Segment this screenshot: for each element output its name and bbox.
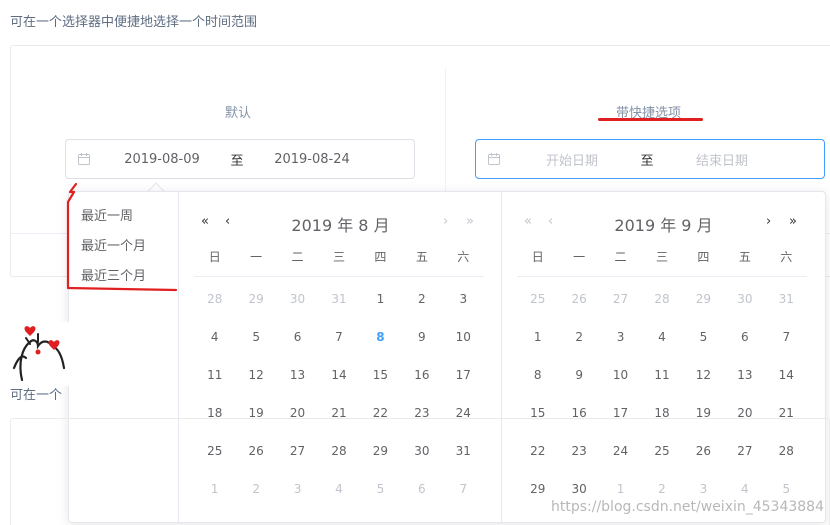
day-cell[interactable]: 9 [558, 356, 599, 394]
day-cell[interactable]: 14 [318, 356, 359, 394]
weekday-label: 一 [573, 250, 586, 264]
default-range-input[interactable]: 2019-08-09 至 2019-08-24 [65, 139, 415, 179]
day-cell[interactable]: 12 [235, 356, 276, 394]
weekday-label: 六 [457, 250, 470, 264]
day-cell[interactable]: 1 [517, 318, 558, 356]
day-cell[interactable]: 5 [683, 318, 724, 356]
weekday-label: 二 [614, 250, 627, 264]
day-cell[interactable]: 10 [443, 318, 484, 356]
next-month-button-disabled: › [443, 214, 449, 229]
annotation-underline [598, 118, 703, 121]
default-block-title: 默认 [225, 106, 252, 121]
next-year-button[interactable]: » [789, 214, 797, 229]
weekday-label: 一 [250, 250, 263, 264]
day-cell[interactable]: 31 [766, 280, 807, 318]
day-cell[interactable]: 3 [600, 318, 641, 356]
day-cell[interactable]: 14 [766, 356, 807, 394]
weekday-label: 五 [738, 250, 751, 264]
weekday-label: 日 [531, 250, 544, 264]
day-cell[interactable]: 29 [235, 280, 276, 318]
day-cell[interactable]: 17 [443, 356, 484, 394]
day-cell[interactable]: 4 [194, 318, 235, 356]
day-cell[interactable]: 30 [724, 280, 765, 318]
weekday-header: 日一二三四五六 [517, 248, 807, 265]
weekday-divider [517, 276, 807, 277]
weekday-label: 二 [291, 250, 304, 264]
day-cell[interactable]: 13 [724, 356, 765, 394]
day-cell[interactable]: 10 [600, 356, 641, 394]
calendar-icon [66, 152, 102, 166]
weekday-divider [194, 276, 484, 277]
day-cell[interactable]: 12 [683, 356, 724, 394]
range-separator: 至 [230, 153, 244, 169]
next-year-button-disabled: » [466, 214, 474, 229]
day-cell[interactable]: 16 [401, 356, 442, 394]
day-cell[interactable]: 28 [194, 280, 235, 318]
calendar-right-title: 2019 年 9 月 [614, 216, 713, 235]
weekday-label: 四 [697, 250, 710, 264]
day-cell-today[interactable]: 8 [360, 318, 401, 356]
top-description: 可在一个选择器中便捷地选择一个时间范围 [10, 15, 258, 30]
weekday-label: 五 [415, 250, 428, 264]
day-cell[interactable]: 1 [360, 280, 401, 318]
weekday-label: 三 [655, 250, 668, 264]
day-cell[interactable]: 26 [558, 280, 599, 318]
start-date-input[interactable]: 开始日期 [522, 150, 622, 169]
day-cell[interactable]: 27 [600, 280, 641, 318]
day-cell[interactable]: 2 [401, 280, 442, 318]
weekday-label: 三 [332, 250, 345, 264]
watermark: https://blog.csdn.net/weixin_45343884 [550, 499, 824, 515]
day-cell[interactable]: 31 [318, 280, 359, 318]
day-cell[interactable]: 30 [277, 280, 318, 318]
day-cell[interactable]: 6 [724, 318, 765, 356]
day-cell[interactable]: 7 [318, 318, 359, 356]
day-cell[interactable]: 4 [641, 318, 682, 356]
start-date-value[interactable]: 2019-08-09 [112, 152, 212, 167]
annotation-bracket [66, 182, 178, 292]
sticker-image [10, 322, 76, 386]
weekday-label: 六 [780, 250, 793, 264]
weekday-label: 日 [208, 250, 221, 264]
day-cell[interactable]: 13 [277, 356, 318, 394]
end-date-value[interactable]: 2019-08-24 [262, 152, 362, 167]
day-cell[interactable]: 8 [517, 356, 558, 394]
day-cell[interactable]: 29 [683, 280, 724, 318]
day-cell[interactable]: 9 [401, 318, 442, 356]
shortcut-range-input[interactable]: 开始日期 至 结束日期 [475, 139, 825, 179]
end-date-input[interactable]: 结束日期 [672, 150, 772, 169]
calendar-icon [476, 152, 512, 166]
day-cell[interactable]: 2 [558, 318, 599, 356]
demo-split [445, 68, 446, 208]
day-cell[interactable]: 7 [766, 318, 807, 356]
weekday-header: 日一二三四五六 [194, 248, 484, 265]
day-cell[interactable]: 15 [360, 356, 401, 394]
day-cell[interactable]: 28 [641, 280, 682, 318]
day-cell[interactable]: 11 [641, 356, 682, 394]
day-cell[interactable]: 6 [277, 318, 318, 356]
day-cell[interactable]: 5 [235, 318, 276, 356]
day-cell[interactable]: 3 [443, 280, 484, 318]
page: 可在一个选择器中便捷地选择一个时间范围 默认 带快捷选项 2019-08-09 … [0, 0, 830, 525]
next-month-button[interactable]: › [766, 214, 771, 229]
day-cell[interactable]: 11 [194, 356, 235, 394]
weekday-label: 四 [374, 250, 387, 264]
range-separator: 至 [640, 153, 654, 169]
day-cell[interactable]: 25 [517, 280, 558, 318]
calendar-left-title: 2019 年 8 月 [291, 216, 390, 235]
